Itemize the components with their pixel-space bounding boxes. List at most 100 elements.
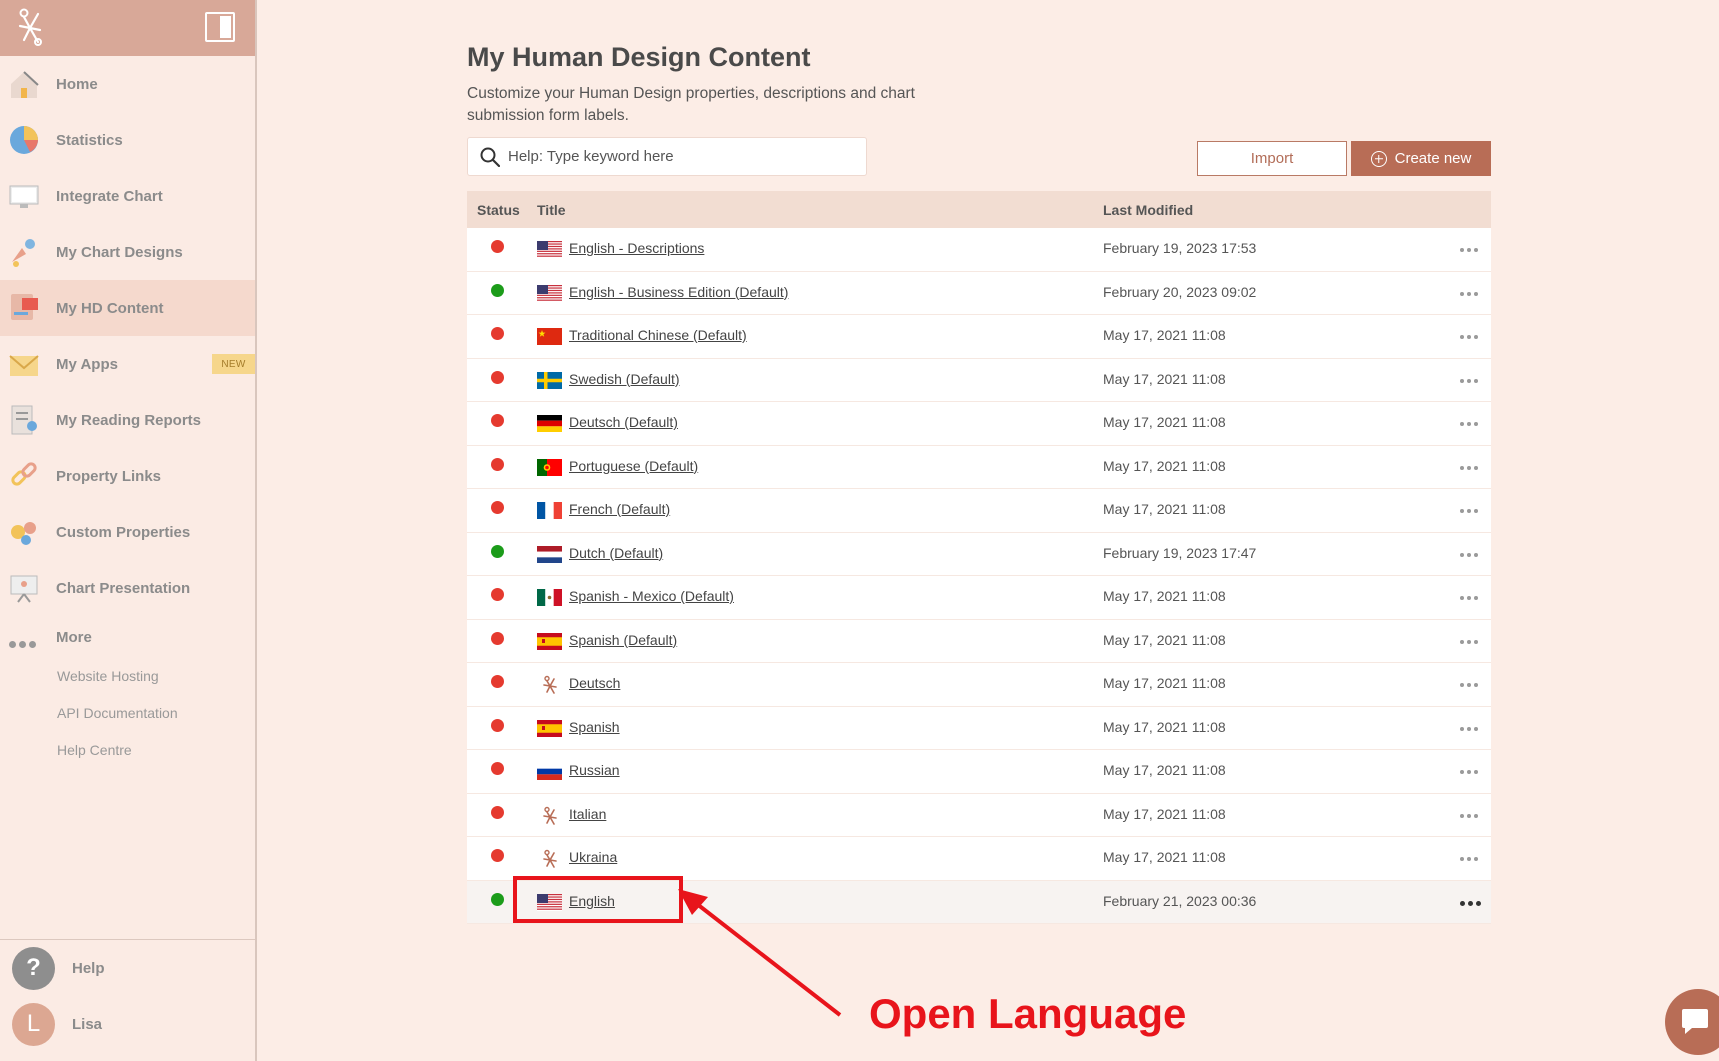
row-title-link[interactable]: English bbox=[569, 893, 615, 909]
search-input[interactable] bbox=[508, 138, 858, 175]
row-last-modified: May 17, 2021 11:08 bbox=[1103, 414, 1226, 430]
row-last-modified: May 17, 2021 11:08 bbox=[1103, 805, 1226, 822]
sidebar-item-statistics[interactable]: Statistics bbox=[0, 112, 255, 168]
table-row[interactable]: Spanish - Mexico (Default) May 17, 2021 1… bbox=[467, 576, 1491, 620]
more-options-icon[interactable] bbox=[1460, 335, 1478, 339]
sidebar-collapse-button[interactable] bbox=[205, 12, 235, 42]
table-row[interactable]: English February 21, 2023 00:36 bbox=[467, 880, 1491, 924]
more-options-icon[interactable] bbox=[1460, 813, 1478, 818]
sidebar-item-my-chart-designs[interactable]: My Chart Designs bbox=[0, 224, 255, 280]
table-row[interactable]: Russian May 17, 2021 11:08 bbox=[467, 750, 1491, 794]
help-button[interactable]: ? Help bbox=[0, 940, 255, 996]
more-options-icon[interactable] bbox=[1460, 422, 1478, 426]
row-title-link[interactable]: English - Descriptions bbox=[569, 240, 704, 256]
logo-icon[interactable] bbox=[14, 6, 46, 50]
row-title-link[interactable]: French (Default) bbox=[569, 501, 670, 517]
user-menu[interactable]: L Lisa bbox=[0, 996, 255, 1052]
sidebar-item-label: Integrate Chart bbox=[56, 187, 163, 205]
row-title-link[interactable]: Deutsch (Default) bbox=[569, 414, 678, 430]
chat-widget-button[interactable] bbox=[1665, 989, 1719, 1055]
more-options-icon[interactable] bbox=[1460, 857, 1478, 861]
search-box bbox=[467, 137, 867, 176]
more-options-icon[interactable] bbox=[1460, 770, 1478, 774]
sidebar-item-property-links[interactable]: Property Links bbox=[0, 448, 255, 504]
table-row[interactable]: Deutsch (Default) May 17, 2021 11:08 bbox=[467, 402, 1491, 446]
row-title-link[interactable]: Spanish - Mexico (Default) bbox=[569, 588, 734, 604]
row-title-link[interactable]: Russian bbox=[569, 762, 620, 778]
sidebar-item-my-hd-content[interactable]: My HD Content bbox=[0, 280, 255, 336]
table-row[interactable]: French (Default) May 17, 2021 11:08 bbox=[467, 489, 1491, 533]
table-row[interactable]: Traditional Chinese (Default) May 17, 202… bbox=[467, 315, 1491, 359]
row-title-link[interactable]: Deutsch bbox=[569, 675, 620, 691]
table-header: Status Title Last Modified bbox=[467, 191, 1491, 228]
more-options-icon[interactable] bbox=[1460, 683, 1478, 687]
row-last-modified: February 19, 2023 17:53 bbox=[1103, 240, 1257, 256]
table-row[interactable]: English - Business Edition (Default) Febr… bbox=[467, 271, 1491, 315]
row-last-modified: May 17, 2021 11:08 bbox=[1103, 718, 1226, 735]
sidebar-item-my-reading-reports[interactable]: My Reading Reports bbox=[0, 392, 255, 448]
more-options-icon[interactable] bbox=[1460, 465, 1478, 470]
table-row[interactable]: Swedish (Default) May 17, 2021 11:08 bbox=[467, 358, 1491, 402]
sidebar-item-chart-presentation[interactable]: Chart Presentation bbox=[0, 560, 255, 616]
table-row[interactable]: English - Descriptions February 19, 2023 … bbox=[467, 228, 1491, 272]
table-row[interactable]: Dutch (Default) February 19, 2023 17:47 bbox=[467, 532, 1491, 576]
row-title-link[interactable]: Portuguese (Default) bbox=[569, 458, 698, 474]
table-row[interactable]: Deutsch May 17, 2021 11:08 bbox=[467, 663, 1491, 707]
row-title-link[interactable]: Spanish bbox=[569, 719, 620, 735]
more-options-icon[interactable] bbox=[1460, 248, 1478, 252]
table-row[interactable]: Ukraina May 17, 2021 11:08 bbox=[467, 837, 1491, 881]
paint-icon bbox=[8, 234, 40, 270]
more-options-icon[interactable] bbox=[1460, 552, 1478, 557]
link-website-hosting[interactable]: Website Hosting bbox=[57, 658, 255, 695]
row-title-link[interactable]: English - Business Edition (Default) bbox=[569, 284, 788, 300]
more-options-icon[interactable] bbox=[1460, 726, 1478, 731]
import-button[interactable]: Import bbox=[1197, 141, 1347, 176]
sidebar-item-label: My HD Content bbox=[56, 299, 164, 317]
pie-chart-icon bbox=[8, 122, 40, 158]
home-icon bbox=[8, 66, 40, 102]
page-description: Customize your Human Design properties, … bbox=[467, 85, 915, 124]
more-options-icon[interactable] bbox=[1460, 378, 1478, 383]
create-new-button[interactable]: Create new bbox=[1351, 141, 1491, 176]
row-title-link[interactable]: Traditional Chinese (Default) bbox=[569, 327, 747, 343]
header-last-modified[interactable]: Last Modified bbox=[1103, 202, 1193, 218]
more-options-icon[interactable] bbox=[1460, 900, 1481, 906]
sidebar-item-integrate-chart[interactable]: Integrate Chart bbox=[0, 168, 255, 224]
report-icon bbox=[8, 402, 40, 438]
flag-nl-icon bbox=[537, 545, 562, 563]
sidebar-more[interactable]: More bbox=[0, 616, 255, 658]
row-last-modified: May 17, 2021 11:08 bbox=[1103, 457, 1226, 474]
app-logo-icon bbox=[541, 675, 559, 695]
row-title-link[interactable]: Dutch (Default) bbox=[569, 545, 663, 561]
app-logo-icon bbox=[541, 849, 559, 869]
row-title-link[interactable]: Spanish (Default) bbox=[569, 632, 677, 648]
more-options-icon[interactable] bbox=[1460, 639, 1478, 644]
more-label: More bbox=[56, 628, 92, 646]
status-red-dot bbox=[491, 631, 504, 645]
link-api-documentation[interactable]: API Documentation bbox=[57, 695, 255, 732]
row-title-link[interactable]: Italian bbox=[569, 806, 606, 822]
plus-circle-icon bbox=[1370, 150, 1387, 167]
table-row[interactable]: Italian May 17, 2021 11:08 bbox=[467, 793, 1491, 837]
flag-us-icon bbox=[537, 241, 562, 258]
table-row[interactable]: Spanish May 17, 2021 11:08 bbox=[467, 706, 1491, 750]
flag-es-icon bbox=[537, 632, 562, 650]
status-red-dot bbox=[491, 805, 504, 819]
header-title[interactable]: Title bbox=[537, 202, 566, 218]
sidebar-item-custom-properties[interactable]: Custom Properties bbox=[0, 504, 255, 560]
table-row[interactable]: Spanish (Default) May 17, 2021 11:08 bbox=[467, 619, 1491, 663]
more-options-icon[interactable] bbox=[1460, 596, 1478, 600]
sidebar-item-home[interactable]: Home bbox=[0, 56, 255, 112]
sidebar-item-my-apps[interactable]: My Apps NEW bbox=[0, 336, 255, 392]
row-title-link[interactable]: Swedish (Default) bbox=[569, 371, 680, 387]
table-body: English - Descriptions February 19, 2023 … bbox=[467, 228, 1491, 924]
header-status[interactable]: Status bbox=[477, 202, 520, 218]
row-title-link[interactable]: Ukraina bbox=[569, 849, 617, 865]
envelope-icon bbox=[8, 346, 40, 382]
table-row[interactable]: Portuguese (Default) May 17, 2021 11:08 bbox=[467, 445, 1491, 489]
link-icon bbox=[8, 458, 40, 494]
content-icon bbox=[8, 290, 40, 326]
more-options-icon[interactable] bbox=[1460, 509, 1478, 513]
more-options-icon[interactable] bbox=[1460, 291, 1478, 296]
link-help-centre[interactable]: Help Centre bbox=[57, 732, 255, 769]
